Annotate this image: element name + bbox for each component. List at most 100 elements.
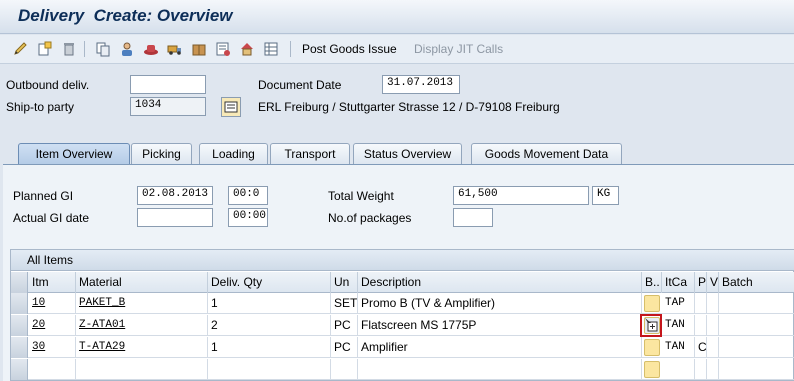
cell-p[interactable] xyxy=(695,359,707,380)
outbound-delivery-input[interactable] xyxy=(130,75,206,94)
planned-gi-label: Planned GI xyxy=(13,189,74,203)
batch-split-icon xyxy=(645,318,658,332)
cell-un[interactable]: PC xyxy=(331,337,358,358)
cell-description[interactable] xyxy=(358,359,642,380)
tab-item-overview[interactable]: Item Overview xyxy=(18,143,130,165)
cell-itm[interactable] xyxy=(29,359,76,380)
table-header: Itm Material Deliv. Qty Un Description B… xyxy=(11,272,794,293)
planned-gi-time-input[interactable]: 00:0 xyxy=(228,186,268,205)
ship-to-address: ERL Freiburg / Stuttgarter Strasse 12 / … xyxy=(258,100,560,114)
cell-batch[interactable] xyxy=(719,315,794,336)
cell-deliv-qty[interactable]: 2 xyxy=(208,315,331,336)
truck-icon[interactable] xyxy=(166,40,184,58)
page-title: Delivery Create: Overview xyxy=(18,6,233,25)
packages-input[interactable] xyxy=(453,208,493,227)
table-row: 10 PAKET_B 1 SET Promo B (TV & Amplifier… xyxy=(11,293,794,314)
row-selector[interactable] xyxy=(11,315,28,336)
column-header-itca[interactable]: ItCa xyxy=(662,272,695,293)
package-icon[interactable] xyxy=(190,40,208,58)
material-link[interactable]: T-ATA29 xyxy=(79,341,125,353)
house-icon[interactable] xyxy=(238,40,256,58)
tab-loading[interactable]: Loading xyxy=(199,143,268,164)
tab-status-overview[interactable]: Status Overview xyxy=(353,143,462,164)
cell-material: Z-ATA01 xyxy=(76,315,208,336)
column-header-description[interactable]: Description xyxy=(358,272,642,293)
cell-itca[interactable]: TAN xyxy=(662,315,695,336)
new-item-icon[interactable] xyxy=(36,40,54,58)
cell-un[interactable]: SET xyxy=(331,293,358,314)
cell-description[interactable]: Amplifier xyxy=(358,337,642,358)
column-header-itm[interactable]: Itm xyxy=(29,272,76,293)
batch-split-cell[interactable] xyxy=(644,295,660,312)
batch-split-cell[interactable] xyxy=(644,339,660,356)
table-row-empty xyxy=(11,359,794,380)
document-icon[interactable] xyxy=(214,40,232,58)
item-number-link[interactable]: 30 xyxy=(32,341,45,353)
actual-gi-time-input[interactable]: 00:00 xyxy=(228,208,268,227)
table-row: 20 Z-ATA01 2 PC Flatscreen MS 1775P TAN xyxy=(11,314,794,337)
cell-p[interactable]: C xyxy=(695,337,707,358)
cell-v[interactable] xyxy=(707,359,719,380)
toolbar-separator xyxy=(84,41,85,57)
column-header-v[interactable]: V xyxy=(707,272,719,293)
cell-deliv-qty[interactable]: 1 xyxy=(208,293,331,314)
edit-pencil-icon[interactable] xyxy=(12,40,30,58)
column-header-p[interactable]: P xyxy=(695,272,707,293)
select-all-button[interactable] xyxy=(11,272,28,293)
cell-itca[interactable]: TAP xyxy=(662,293,695,314)
planned-gi-date-input[interactable]: 02.08.2013 xyxy=(137,186,213,205)
cell-description[interactable]: Flatscreen MS 1775P xyxy=(358,315,642,336)
ship-to-party-field[interactable]: 1034 xyxy=(130,97,206,116)
column-header-batch[interactable]: Batch xyxy=(719,272,794,293)
table-row: 30 T-ATA29 1 PC Amplifier TAN C xyxy=(11,337,794,358)
material-link[interactable]: Z-ATA01 xyxy=(79,319,125,331)
row-selector[interactable] xyxy=(11,337,28,358)
column-header-batch-split[interactable]: B.. xyxy=(642,272,662,293)
row-selector[interactable] xyxy=(11,293,28,314)
delete-trash-icon[interactable] xyxy=(60,40,78,58)
address-details-button[interactable] xyxy=(221,97,241,117)
post-goods-issue-button[interactable]: Post Goods Issue xyxy=(302,42,397,56)
grid-icon[interactable] xyxy=(262,40,280,58)
partner-icon[interactable] xyxy=(118,40,136,58)
cell-material[interactable] xyxy=(76,359,208,380)
cell-v[interactable] xyxy=(707,293,719,314)
actual-gi-date-input[interactable] xyxy=(137,208,213,227)
item-number-link[interactable]: 10 xyxy=(32,297,45,309)
address-card-icon xyxy=(224,101,238,113)
cell-description[interactable]: Promo B (TV & Amplifier) xyxy=(358,293,642,314)
cell-p[interactable] xyxy=(695,315,707,336)
cell-v[interactable] xyxy=(707,337,719,358)
display-jit-calls-button[interactable]: Display JIT Calls xyxy=(414,42,503,56)
cell-un[interactable] xyxy=(331,359,358,380)
cell-deliv-qty[interactable]: 1 xyxy=(208,337,331,358)
material-link[interactable]: PAKET_B xyxy=(79,297,125,309)
column-header-material[interactable]: Material xyxy=(76,272,208,293)
column-header-un[interactable]: Un xyxy=(331,272,358,293)
cell-deliv-qty[interactable] xyxy=(208,359,331,380)
item-number-link[interactable]: 20 xyxy=(32,319,45,331)
cell-batch[interactable] xyxy=(719,359,794,380)
document-date-input[interactable]: 31.07.2013 xyxy=(382,75,460,94)
cell-un[interactable]: PC xyxy=(331,315,358,336)
tab-picking[interactable]: Picking xyxy=(131,143,192,164)
cell-v[interactable] xyxy=(707,315,719,336)
cell-batch[interactable] xyxy=(719,337,794,358)
cell-p[interactable] xyxy=(695,293,707,314)
ship-to-party-label: Ship-to party xyxy=(6,100,75,114)
row-selector[interactable] xyxy=(11,359,28,380)
total-weight-input[interactable]: 61,500 xyxy=(453,186,589,205)
cell-itca[interactable] xyxy=(662,359,695,380)
tab-goods-movement-data[interactable]: Goods Movement Data xyxy=(471,143,622,164)
batch-split-cell[interactable] xyxy=(644,361,660,378)
column-header-deliv-qty[interactable]: Deliv. Qty xyxy=(208,272,331,293)
tab-transport[interactable]: Transport xyxy=(270,143,350,164)
cell-batch[interactable] xyxy=(719,293,794,314)
batch-split-button[interactable] xyxy=(644,317,660,334)
copy-icon[interactable] xyxy=(94,40,112,58)
hat-icon[interactable] xyxy=(142,40,160,58)
packages-label: No.of packages xyxy=(328,211,412,225)
weight-unit-input[interactable]: KG xyxy=(592,186,619,205)
document-date-label: Document Date xyxy=(258,78,342,92)
cell-itca[interactable]: TAN xyxy=(662,337,695,358)
